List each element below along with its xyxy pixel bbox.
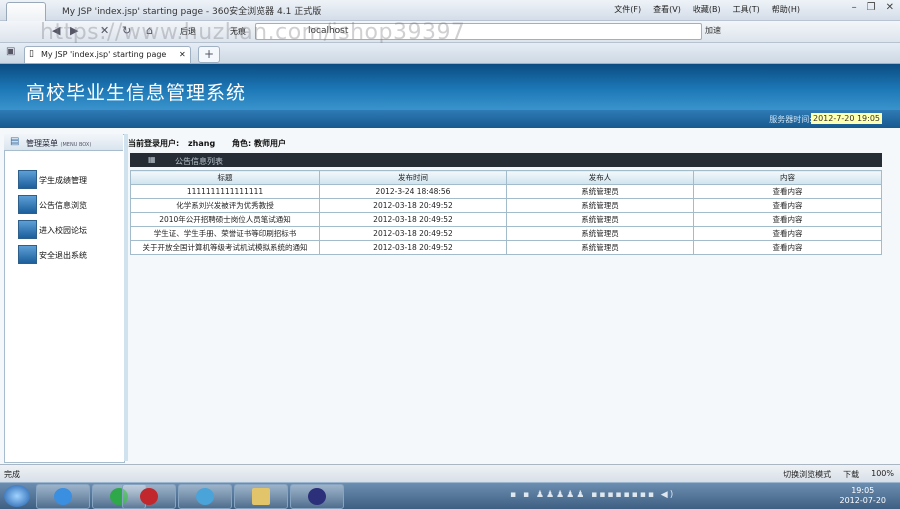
view-content-link[interactable]: 查看内容 <box>693 184 882 199</box>
cell-time: 2012-03-18 20:49:52 <box>319 240 507 255</box>
user-icon <box>18 245 37 264</box>
cell-title: 关于开放全国计算机等级考试机试模拟系统的通知 <box>130 240 320 255</box>
menu-tools[interactable]: 工具(T) <box>733 4 760 15</box>
menu-item-score-management[interactable]: 学生成绩管理 <box>18 170 118 189</box>
menu-box-icon: ▤ <box>10 136 20 147</box>
tab-close-icon[interactable]: ✕ <box>179 50 186 59</box>
cell-time: 2012-03-18 20:49:52 <box>319 212 507 227</box>
compat-mode-button[interactable]: 切换浏览模式 <box>783 469 831 480</box>
table-row: 化学系刘兴发被评为优秀教授 2012-03-18 20:49:52 系统管理员 … <box>130 198 882 213</box>
view-content-link[interactable]: 查看内容 <box>693 240 882 255</box>
windows-taskbar: ▪ ▪ ♟♟♟♟♟ ▪▪▪▪▪▪▪▪ ◀) 19:05 2012-07-20 <box>0 482 900 509</box>
cell-title: 化学系刘兴发被评为优秀教授 <box>130 198 320 213</box>
cell-time: 2012-03-18 20:49:52 <box>319 198 507 213</box>
tab-title: My JSP 'index.jsp' starting page <box>41 50 167 59</box>
menu-header-title: 管理菜单 (MENU BOX) <box>26 139 92 148</box>
menu-header: ▤ 管理菜单 (MENU BOX) <box>4 134 123 151</box>
zoom-level[interactable]: 100% <box>871 469 894 480</box>
menu-item-logout[interactable]: 安全退出系统 <box>18 245 118 264</box>
start-button-icon[interactable] <box>4 485 30 507</box>
status-text: 完成 <box>4 470 20 479</box>
user-info: 当前登录用户: zhang 角色: 教师用户 <box>128 138 286 149</box>
table-row: 2010年公开招聘硕士岗位人员笔试通知 2012-03-18 20:49:52 … <box>130 212 882 227</box>
minimize-icon[interactable]: – <box>852 2 857 13</box>
clock-date: 2012-07-20 <box>839 496 887 505</box>
view-content-link[interactable]: 查看内容 <box>693 212 882 227</box>
cell-publisher: 系统管理员 <box>506 240 694 255</box>
role-label: 角色: <box>231 139 252 148</box>
current-user-label: 当前登录用户: <box>128 139 180 148</box>
menu-item-announcements[interactable]: 公告信息浏览 <box>18 195 118 214</box>
taskbar-explorer-button[interactable] <box>234 484 288 509</box>
cell-publisher: 系统管理员 <box>506 226 694 241</box>
announcement-table: 标题 发布时间 发布人 内容 1111111111111111 2012-3-2… <box>130 170 882 255</box>
close-icon[interactable]: ✕ <box>886 2 894 13</box>
menu-help[interactable]: 帮助(H) <box>772 4 800 15</box>
cell-time: 2012-3-24 18:48:56 <box>319 184 507 199</box>
menu-item-campus-forum[interactable]: 进入校园论坛 <box>18 220 118 239</box>
browser-status-bar: 完成 切换浏览模式 下载 100% <box>0 464 900 483</box>
browser-title-bar: My JSP 'index.jsp' starting page - 360安全… <box>0 0 900 21</box>
taskbar-app-button[interactable] <box>122 484 176 509</box>
window-controls: – ❐ ✕ <box>852 2 894 13</box>
server-time: 2012-7-20 19:05 <box>811 113 882 124</box>
sidebar-toggle-icon[interactable]: ▣ <box>6 46 15 57</box>
view-content-link[interactable]: 查看内容 <box>693 198 882 213</box>
user-icon <box>18 195 37 214</box>
menu-view[interactable]: 查看(V) <box>653 4 681 15</box>
column-header-content: 内容 <box>693 170 882 185</box>
info-bar: 服务器时间: 2012-7-20 19:05 <box>0 110 900 128</box>
cell-time: 2012-03-18 20:49:52 <box>319 226 507 241</box>
tab-bar: ▣ ▯ My JSP 'index.jsp' starting page ✕ + <box>0 43 900 64</box>
download-button[interactable]: 下载 <box>843 469 859 480</box>
taskbar-eclipse-button[interactable] <box>290 484 344 509</box>
system-banner: 高校毕业生信息管理系统 <box>0 64 900 110</box>
column-header-time: 发布时间 <box>319 170 507 185</box>
user-icon <box>18 170 37 189</box>
cell-title: 学生证、学生手册、荣誉证书等印刷招标书 <box>130 226 320 241</box>
table-header-row: 标题 发布时间 发布人 内容 <box>130 170 882 185</box>
browser-tab[interactable]: ▯ My JSP 'index.jsp' starting page ✕ <box>24 46 191 63</box>
user-icon <box>18 220 37 239</box>
cell-publisher: 系统管理员 <box>506 184 694 199</box>
menu-favorites[interactable]: 收藏(B) <box>693 4 721 15</box>
cell-publisher: 系统管理员 <box>506 198 694 213</box>
cell-title: 1111111111111111 <box>130 184 320 199</box>
new-tab-button[interactable]: + <box>198 46 220 63</box>
system-title: 高校毕业生信息管理系统 <box>26 82 247 104</box>
server-time-label: 服务器时间: <box>769 115 812 124</box>
clock-time: 19:05 <box>851 486 875 495</box>
table-row: 1111111111111111 2012-3-24 18:48:56 系统管理… <box>130 184 882 199</box>
table-row: 关于开放全国计算机等级考试机试模拟系统的通知 2012-03-18 20:49:… <box>130 240 882 255</box>
list-title: 公告信息列表 <box>175 157 223 166</box>
taskbar-clock[interactable]: 19:05 2012-07-20 <box>840 486 887 506</box>
maximize-icon[interactable]: ❐ <box>867 2 876 13</box>
role-value: 教师用户 <box>253 139 286 148</box>
current-user: zhang <box>188 139 216 148</box>
window-title: My JSP 'index.jsp' starting page - 360安全… <box>62 7 322 17</box>
column-header-publisher: 发布人 <box>506 170 694 185</box>
page-icon: ▯ <box>29 49 34 59</box>
accelerate-button[interactable]: 加速 <box>705 25 721 36</box>
browser-menu-bar: 文件(F) 查看(V) 收藏(B) 工具(T) 帮助(H) <box>614 4 800 15</box>
table-row: 学生证、学生手册、荣誉证书等印刷招标书 2012-03-18 20:49:52 … <box>130 226 882 241</box>
list-header: ▦ 公告信息列表 <box>130 153 882 167</box>
watermark: https://www.huzhan.com/ishop39397 <box>40 20 466 45</box>
status-tools: 切换浏览模式 下载 100% <box>783 469 894 480</box>
list-icon: ▦ <box>148 155 156 164</box>
taskbar-ie-button[interactable] <box>36 484 90 509</box>
cell-title: 2010年公开招聘硕士岗位人员笔试通知 <box>130 212 320 227</box>
taskbar-app2-button[interactable] <box>178 484 232 509</box>
cell-publisher: 系统管理员 <box>506 212 694 227</box>
panel-divider[interactable] <box>124 134 128 461</box>
menu-file[interactable]: 文件(F) <box>614 4 641 15</box>
column-header-title: 标题 <box>130 170 320 185</box>
system-tray-icons[interactable]: ▪ ▪ ♟♟♟♟♟ ▪▪▪▪▪▪▪▪ ◀) <box>510 490 675 500</box>
view-content-link[interactable]: 查看内容 <box>693 226 882 241</box>
